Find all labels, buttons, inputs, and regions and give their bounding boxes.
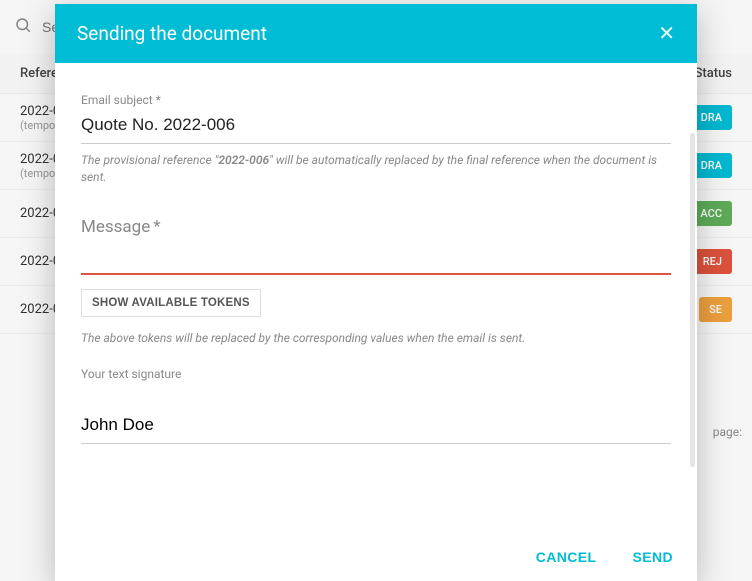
send-document-modal: Sending the document ✕ Email subject * T…: [55, 4, 697, 581]
message-label: Message*: [81, 217, 161, 237]
signature-label: Your text signature: [81, 367, 671, 381]
send-button[interactable]: SEND: [633, 549, 674, 565]
modal-footer: CANCEL SEND: [55, 537, 697, 581]
modal-body: Email subject * The provisional referenc…: [55, 63, 697, 537]
tokens-note: The above tokens will be replaced by the…: [81, 331, 671, 345]
close-icon[interactable]: ✕: [658, 24, 675, 44]
email-subject-label: Email subject *: [81, 93, 671, 107]
cancel-button[interactable]: CANCEL: [536, 549, 597, 565]
signature-input[interactable]: [81, 409, 671, 444]
email-subject-input[interactable]: [81, 109, 671, 144]
message-underline: [81, 273, 671, 275]
modal-title: Sending the document: [77, 22, 267, 45]
modal-header: Sending the document ✕: [55, 4, 697, 63]
message-field[interactable]: Message*: [81, 217, 671, 275]
show-tokens-button[interactable]: SHOW AVAILABLE TOKENS: [81, 289, 261, 317]
scrollbar[interactable]: [690, 133, 695, 467]
provisional-reference-note: The provisional reference "2022-006" wil…: [81, 152, 671, 187]
